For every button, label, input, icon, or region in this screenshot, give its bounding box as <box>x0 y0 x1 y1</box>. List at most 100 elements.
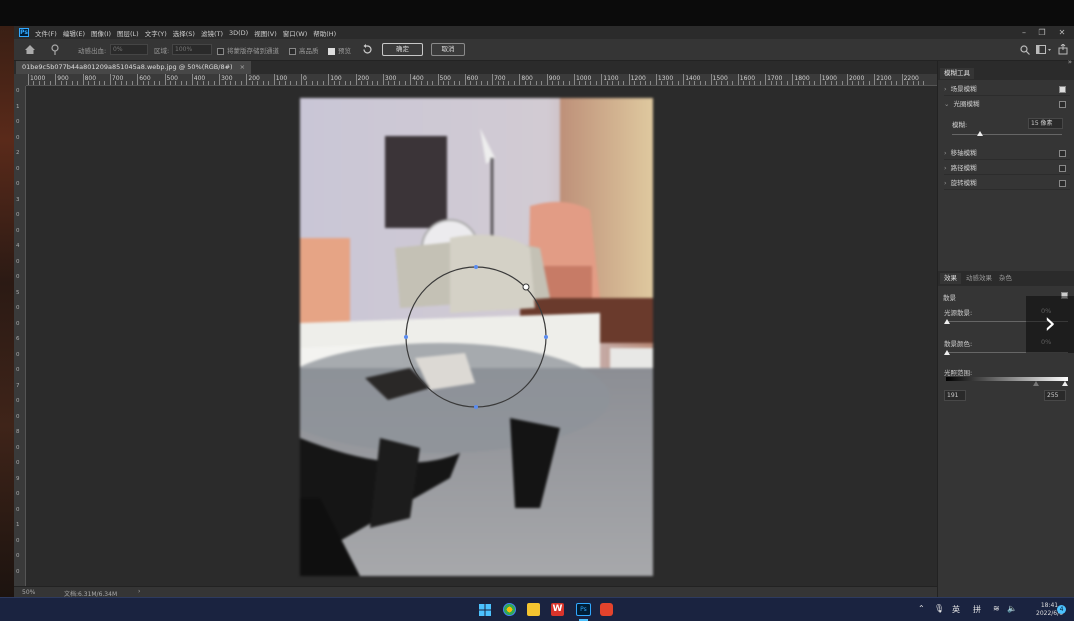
light-range-gradient[interactable] <box>946 377 1068 381</box>
path-blur-checkbox[interactable] <box>1059 165 1066 172</box>
iris-blur-ring[interactable] <box>300 98 653 576</box>
blur-tool-field[interactable]: › 场景模糊 <box>944 83 1070 96</box>
menu-window[interactable]: 窗口(W) <box>283 28 308 38</box>
options-bar: 动感出血: 0% 区域: 100% 将蒙版存储到通道 高品质 预览 确定 取消 <box>14 39 1074 61</box>
collapse-panel-icon[interactable]: » <box>1068 58 1072 66</box>
windows-start-icon[interactable] <box>479 604 491 616</box>
ruler-major-tick <box>737 74 739 85</box>
ime-language[interactable]: 英 <box>952 604 960 615</box>
tab-noise[interactable]: 杂色 <box>995 273 1016 284</box>
bokeh-label: 散景 <box>943 294 956 302</box>
ring-handle-bottom[interactable] <box>474 405 478 409</box>
ruler-minor-tick <box>715 81 717 85</box>
file-explorer-icon[interactable] <box>527 603 540 616</box>
ruler-minor-tick <box>677 81 679 85</box>
tilt-shift-checkbox[interactable] <box>1059 150 1066 157</box>
save-mask-checkbox[interactable] <box>217 47 224 55</box>
light-bokeh-thumb[interactable] <box>944 319 950 324</box>
vertical-ruler[interactable]: 0 1 0 0 2 0 0 3 0 0 4 0 0 5 0 0 6 0 0 7 0 0 8 0 0 9 0 0 1 0 0 0 <box>14 86 26 586</box>
reset-icon[interactable] <box>362 44 373 55</box>
volume-icon[interactable]: 🔈 <box>1007 604 1017 613</box>
restore-icon[interactable]: ❐ <box>1034 26 1050 39</box>
zoom-level[interactable]: 50% <box>22 589 35 596</box>
preview-checkbox[interactable] <box>328 47 335 55</box>
menu-help[interactable]: 帮助(H) <box>313 28 336 38</box>
ring-handle-top[interactable] <box>474 265 478 269</box>
menu-layer[interactable]: 图层(L) <box>117 28 139 38</box>
spin-blur-checkbox[interactable] <box>1059 180 1066 187</box>
ruler-major-tick <box>164 74 166 85</box>
ruler-minor-tick <box>393 81 395 85</box>
tab-motion-effects[interactable]: 动感效果 <box>962 273 996 284</box>
blur-amount-slider[interactable] <box>952 134 1062 135</box>
next-arrow-icon[interactable]: › <box>1026 296 1074 353</box>
ruler-minor-tick <box>262 81 264 85</box>
ruler-major-tick <box>710 74 712 85</box>
high-quality-checkbox[interactable] <box>289 47 296 55</box>
minimize-icon[interactable]: – <box>1016 26 1032 39</box>
notification-badge[interactable]: 4 <box>1057 605 1066 614</box>
menu-file[interactable]: 文件(F) <box>35 28 57 38</box>
ruler-v-label: 1 <box>16 103 20 110</box>
iris-blur-checkbox[interactable] <box>1059 101 1066 108</box>
menu-3d[interactable]: 3D(D) <box>229 29 248 37</box>
screen-recorder-icon[interactable] <box>600 603 613 616</box>
light-range-high-thumb[interactable] <box>1062 381 1068 386</box>
search-icon[interactable] <box>1020 45 1030 55</box>
ime-mode[interactable]: 拼 <box>973 604 981 615</box>
ruler-minor-tick <box>93 81 95 85</box>
ruler-v-label: 4 <box>16 243 20 249</box>
blur-amount-field[interactable]: 15 像素 <box>1028 118 1063 129</box>
ruler-major-tick <box>655 74 657 85</box>
tab-effects[interactable]: 效果 <box>940 273 961 284</box>
ok-button[interactable]: 确定 <box>382 43 423 56</box>
blur-tool-iris[interactable]: ⌄ 光圈模糊 <box>944 98 1070 111</box>
auto-strength-field[interactable]: 0% <box>110 44 148 55</box>
blur-amount-thumb[interactable] <box>977 131 983 136</box>
blur-tool-tilt-shift[interactable]: › 移轴模糊 <box>944 147 1070 160</box>
light-range-low-thumb[interactable] <box>1033 381 1039 386</box>
photoshop-taskbar-icon[interactable]: Ps <box>576 603 591 616</box>
fuzziness-field[interactable]: 100% <box>172 44 212 55</box>
document-tab[interactable]: 01be9c5b077b44a801209a851045a8.webp.jpg … <box>16 61 252 74</box>
ruler-major-tick <box>683 74 685 85</box>
microphone-icon[interactable]: 🎙 <box>934 604 944 613</box>
wifi-icon[interactable]: ≋ <box>993 604 1000 613</box>
save-mask-option[interactable]: 将蒙版存储到通道 <box>217 45 279 55</box>
menu-select[interactable]: 选择(S) <box>173 28 195 38</box>
home-icon[interactable] <box>24 44 36 55</box>
blur-tool-spin[interactable]: › 旋转模糊 <box>944 177 1070 190</box>
status-arrow-icon[interactable]: › <box>138 588 140 595</box>
ring-handle-left[interactable] <box>404 335 408 339</box>
light-range-low-field[interactable]: 191 <box>944 390 966 401</box>
panel-tab-blur-tools[interactable]: 模糊工具 <box>940 68 974 79</box>
share-icon[interactable] <box>1058 44 1068 55</box>
desktop-wallpaper-strip <box>0 26 14 597</box>
menu-view[interactable]: 视图(V) <box>254 28 277 38</box>
high-quality-option[interactable]: 高品质 <box>289 45 319 55</box>
tray-chevron-icon[interactable]: ⌃ <box>918 604 925 613</box>
menu-filter[interactable]: 滤镜(T) <box>201 28 223 38</box>
browser-icon[interactable] <box>503 603 516 616</box>
close-window-icon[interactable]: ✕ <box>1054 26 1070 39</box>
field-blur-checkbox[interactable] <box>1059 86 1066 93</box>
ruler-minor-tick <box>126 81 128 85</box>
wps-icon[interactable]: W <box>551 603 564 616</box>
ring-roundness-handle[interactable] <box>522 283 530 291</box>
ring-handle-right[interactable] <box>544 335 548 339</box>
cancel-button[interactable]: 取消 <box>431 43 465 56</box>
menu-image[interactable]: 图像(I) <box>91 28 111 38</box>
menu-type[interactable]: 文字(Y) <box>145 28 167 38</box>
ruler-minor-tick <box>202 81 204 85</box>
light-range-high-field[interactable]: 255 <box>1044 390 1066 401</box>
ruler-minor-tick <box>38 81 40 85</box>
menu-edit[interactable]: 编辑(E) <box>63 28 85 38</box>
horizontal-ruler[interactable]: 1000 900 800 700 600 500 400 300 200 100 0 100 200 30… <box>26 74 937 86</box>
workspace-icon[interactable] <box>1036 45 1052 55</box>
blur-tool-path[interactable]: › 路径模糊 <box>944 162 1070 175</box>
pin-tool-icon[interactable] <box>50 44 60 55</box>
bokeh-color-thumb[interactable] <box>944 350 950 355</box>
ruler-major-tick <box>109 74 111 85</box>
preview-option[interactable]: 预览 <box>328 45 351 55</box>
close-tab-icon[interactable]: × <box>240 63 245 71</box>
